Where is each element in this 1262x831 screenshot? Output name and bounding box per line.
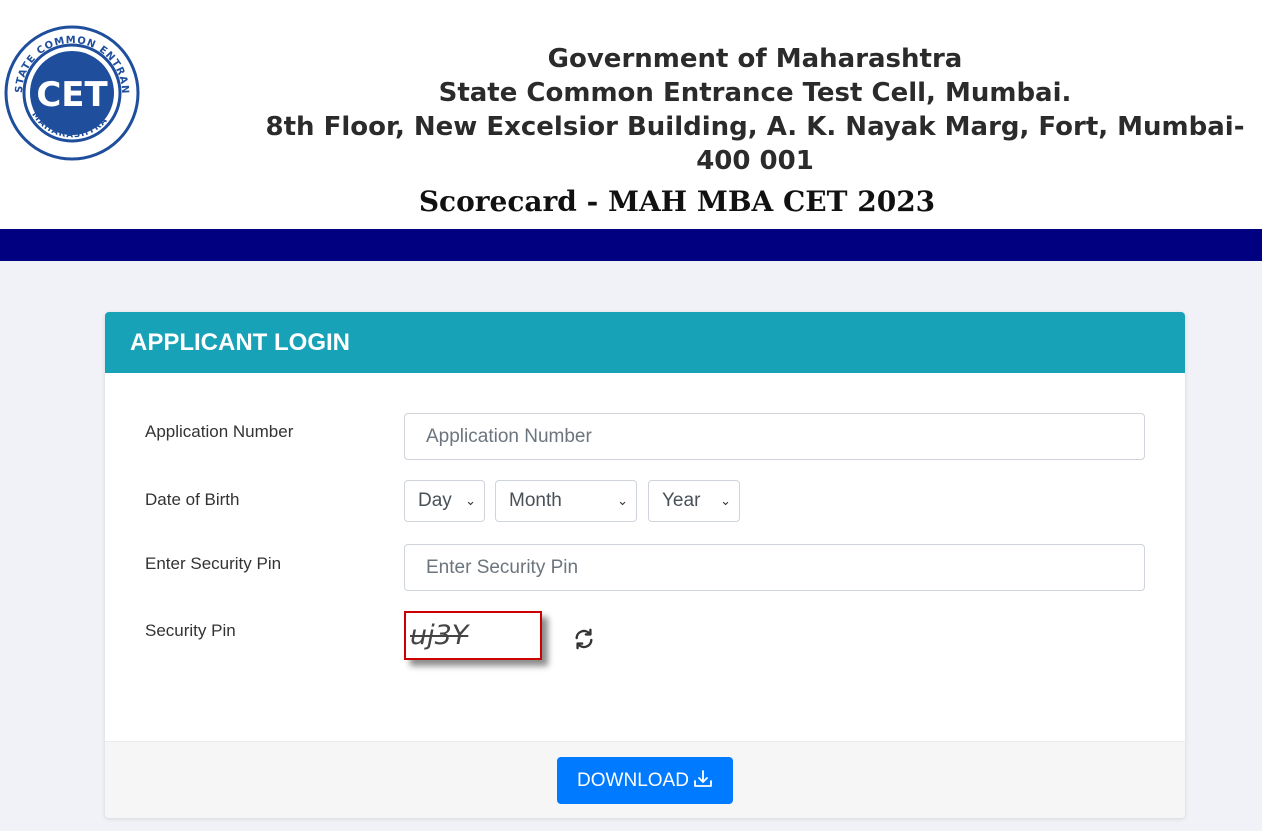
- download-icon: [694, 770, 712, 787]
- application-number-input[interactable]: Application Number: [404, 413, 1145, 460]
- svg-text:CET: CET: [36, 75, 108, 115]
- download-button-label: DOWNLOAD: [577, 770, 689, 791]
- dob-day-select[interactable]: Day ⌄: [404, 480, 485, 522]
- dob-label: Date of Birth: [145, 490, 240, 509]
- page-header: STATE COMMON ENTRANCE TEST CELL MAHARASH…: [0, 0, 1262, 229]
- captcha-image: uj3Y: [404, 611, 542, 660]
- dob-year-select[interactable]: Year ⌄: [648, 480, 740, 522]
- org-line-2: State Common Entrance Test Cell, Mumbai.: [438, 78, 1072, 108]
- org-line-3: 8th Floor, New Excelsior Building, A. K.…: [265, 112, 1245, 176]
- dob-month-select[interactable]: Month ⌄: [495, 480, 637, 522]
- dob-month-value: Month: [509, 490, 562, 511]
- login-card-footer: DOWNLOAD: [105, 741, 1185, 818]
- refresh-icon[interactable]: [573, 628, 595, 650]
- header-band: [0, 229, 1262, 261]
- chevron-down-icon: ⌄: [465, 493, 476, 508]
- chevron-down-icon: ⌄: [617, 493, 628, 508]
- organization-heading: Government of Maharashtra State Common E…: [250, 42, 1260, 178]
- login-card: APPLICANT LOGIN Application Number Appli…: [105, 312, 1185, 818]
- page-title: Scorecard - MAH MBA CET 2023: [414, 180, 940, 224]
- download-button[interactable]: DOWNLOAD: [557, 757, 733, 804]
- application-number-label: Application Number: [145, 422, 294, 441]
- chevron-down-icon: ⌄: [720, 493, 731, 508]
- captcha-label: Security Pin: [145, 621, 236, 640]
- login-card-title: APPLICANT LOGIN: [105, 312, 1185, 373]
- security-pin-input[interactable]: Enter Security Pin: [404, 544, 1145, 591]
- security-pin-input-label: Enter Security Pin: [145, 554, 282, 573]
- cet-logo: STATE COMMON ENTRANCE TEST CELL MAHARASH…: [4, 24, 140, 161]
- dob-year-value: Year: [662, 490, 701, 511]
- dob-day-value: Day: [418, 490, 452, 511]
- org-line-1: Government of Maharashtra: [547, 44, 963, 74]
